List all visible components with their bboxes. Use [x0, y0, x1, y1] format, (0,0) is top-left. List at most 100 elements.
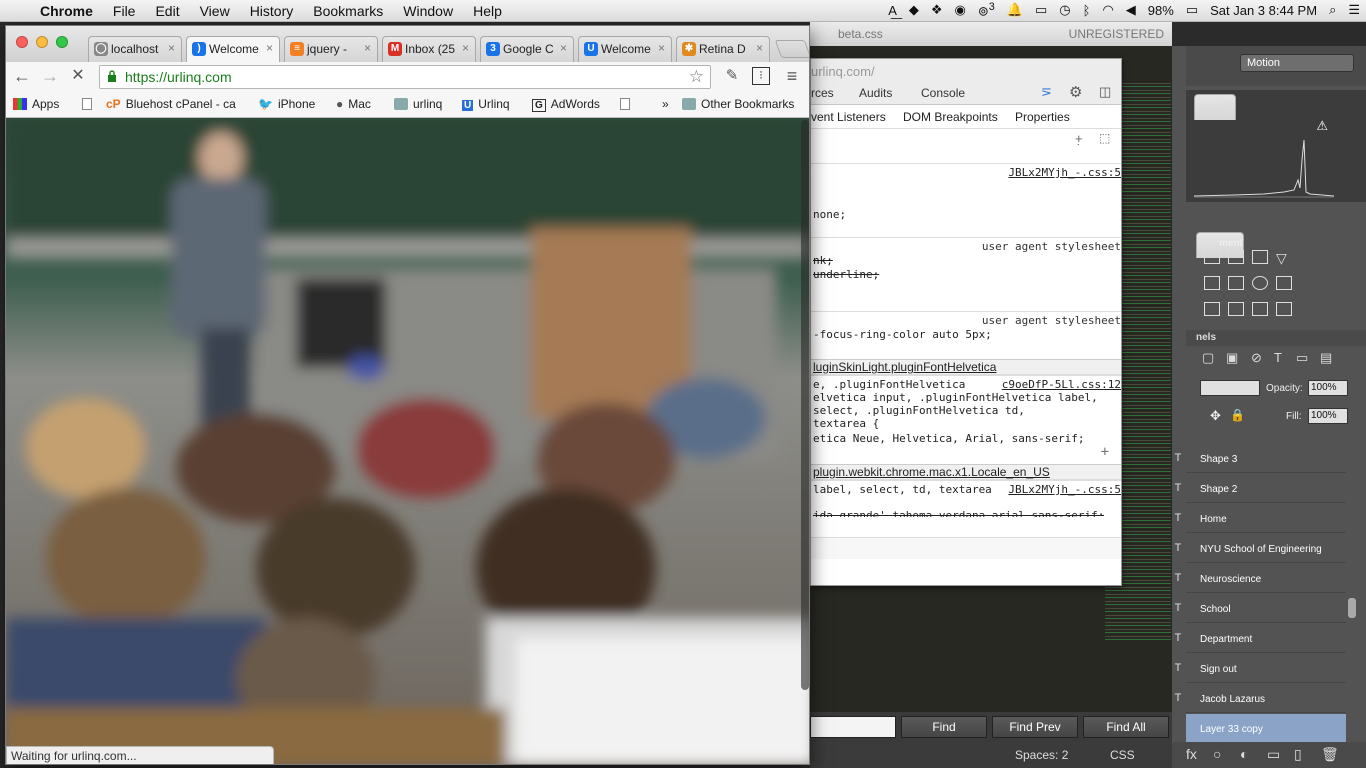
menu-edit[interactable]: Edit — [145, 3, 189, 19]
notification-center-icon[interactable]: ☰ — [1342, 2, 1366, 18]
tab-close-icon[interactable]: × — [756, 41, 763, 55]
new-style-rule-icon[interactable]: +̣ — [1075, 131, 1083, 146]
shape-filter-icon[interactable]: ⊘ — [1251, 350, 1262, 366]
tab-5[interactable]: U Welcome × — [578, 36, 672, 62]
menu-view[interactable]: View — [190, 3, 240, 19]
rule-source-link[interactable]: JBLx2MYjh_-.css:5 — [1008, 166, 1121, 179]
layers-action-icon[interactable]: ◐ — [1240, 746, 1248, 762]
bookmark-urlinq-folder[interactable]: urlinq — [394, 97, 442, 111]
layer-row[interactable]: Neuroscience — [1186, 564, 1346, 593]
tab-audits[interactable]: Audits — [859, 86, 892, 100]
tab-2[interactable]: ≡ jquery - × — [284, 36, 378, 62]
tab-4[interactable]: 3 Google C × — [480, 36, 574, 62]
bookmarks-overflow-button[interactable]: » — [662, 97, 669, 111]
volume-icon[interactable]: ◀ — [1120, 2, 1142, 18]
rule-line[interactable]: -focus-ring-color auto 5px; — [813, 328, 992, 341]
rule-line[interactable]: underline; — [813, 268, 879, 281]
tab-resources[interactable]: rces — [811, 86, 834, 100]
spaces-indicator[interactable]: Spaces: 2 — [1015, 748, 1068, 762]
lock-icon[interactable]: 🔒 — [1230, 408, 1245, 422]
rule-line[interactable]: nk; — [813, 254, 833, 267]
layers-tab[interactable]: nels — [1196, 332, 1216, 343]
bookmark-star-icon[interactable]: ☆ — [689, 67, 704, 87]
opacity-input[interactable]: 100% — [1308, 380, 1348, 396]
spotify-icon[interactable]: ◉ — [949, 2, 972, 18]
address-url[interactable]: https://urlinq.com — [125, 69, 232, 85]
fill-input[interactable]: 100% — [1308, 408, 1348, 424]
sublime-find-input[interactable] — [810, 716, 896, 738]
tab-close-icon[interactable]: × — [266, 41, 273, 55]
menu-window[interactable]: Window — [393, 3, 463, 19]
posterize-icon[interactable] — [1228, 302, 1244, 316]
add-property-icon[interactable]: + — [1101, 444, 1109, 460]
rule-line[interactable]: etica Neue, Helvetica, Arial, sans-serif… — [813, 432, 1085, 445]
rule-source-link[interactable]: c9oeDfP-5Ll.css:12 — [1002, 378, 1121, 391]
gear-icon[interactable]: ⚙ — [1069, 83, 1082, 101]
minimize-window-button[interactable] — [36, 36, 48, 48]
sync-icon[interactable]: ⊚3 — [972, 1, 1001, 19]
layer-row[interactable]: Shape 3 — [1186, 444, 1346, 473]
clock[interactable]: Sat Jan 3 8:44 PM — [1204, 3, 1323, 18]
page-content[interactable]: Waiting for urlinq.com... — [6, 118, 809, 764]
layer-row[interactable]: Sign out — [1186, 654, 1346, 683]
rule-line[interactable]: e, .pluginFontHelvetica — [813, 378, 965, 391]
layers-scrollbar[interactable] — [1348, 598, 1356, 618]
bookmark-page-2[interactable] — [620, 97, 635, 111]
show-drawer-icon[interactable]: ⋝ — [1041, 84, 1052, 100]
exposure-icon[interactable] — [1252, 250, 1268, 264]
layer-row[interactable]: Jacob Lazarus — [1186, 684, 1346, 713]
forward-button[interactable]: → — [40, 66, 60, 86]
back-button[interactable]: ← — [12, 66, 32, 86]
text-input-icon[interactable]: A͟ — [882, 3, 903, 18]
time-machine-icon[interactable]: ◷ — [1053, 2, 1076, 18]
menu-help[interactable]: Help — [463, 3, 512, 19]
spotlight-search-icon[interactable]: ⌕ — [1323, 2, 1342, 18]
pixel-filter-icon[interactable]: ▢ — [1202, 350, 1214, 366]
layer-row[interactable]: Layer 33 copy — [1186, 714, 1346, 743]
tab-0[interactable]: ◯ localhost × — [88, 36, 182, 62]
app-menu[interactable]: Chrome — [30, 3, 103, 19]
selective-color-icon[interactable] — [1276, 302, 1292, 316]
ruler-extension-icon[interactable]: ⁝ — [752, 67, 770, 85]
rule-line[interactable]: none; — [813, 208, 846, 221]
bookmark-urlinq[interactable]: U Urlinq — [462, 97, 510, 111]
close-window-button[interactable] — [16, 36, 28, 48]
menu-file[interactable]: File — [103, 3, 146, 19]
tab-close-icon[interactable]: × — [168, 41, 175, 55]
dropbox-icon[interactable]: ❖ — [925, 2, 949, 18]
rule-line[interactable]: textarea { — [813, 417, 879, 430]
subtab-event-listeners[interactable]: vent Listeners — [811, 110, 886, 124]
black-white-icon[interactable] — [1228, 276, 1244, 290]
photo-filter-icon[interactable] — [1252, 276, 1268, 290]
levels-icon[interactable] — [1204, 250, 1220, 264]
layer-row[interactable]: Shape 2 — [1186, 474, 1346, 503]
smart-object-filter-icon[interactable]: ▤ — [1320, 350, 1332, 366]
workspace-select[interactable]: Motion — [1240, 54, 1354, 72]
notification-bell-icon[interactable]: 🔔 — [1001, 2, 1029, 18]
other-bookmarks[interactable]: Other Bookmarks — [682, 97, 794, 111]
layers-action-icon[interactable]: ○ — [1213, 746, 1221, 762]
layers-action-icon[interactable]: ▯ — [1294, 746, 1302, 763]
chrome-menu-icon[interactable]: ≡ — [782, 66, 802, 86]
tab-console[interactable]: Console — [921, 86, 965, 100]
find-prev-button[interactable]: Find Prev — [992, 716, 1078, 738]
tab-3[interactable]: M Inbox (25 × — [382, 36, 476, 62]
page-scrollbar[interactable] — [801, 120, 809, 690]
bookmark-apps[interactable]: Apps — [13, 97, 59, 111]
find-all-button[interactable]: Find All — [1083, 716, 1169, 738]
subtab-properties[interactable]: Properties — [1015, 110, 1070, 124]
type-filter-icon[interactable]: T — [1274, 350, 1282, 365]
tab-close-icon[interactable]: × — [364, 41, 371, 55]
syntax-indicator[interactable]: CSS — [1110, 748, 1135, 762]
rule-line[interactable]: label, select, td, textarea — [813, 483, 992, 496]
adjustment-filter-icon[interactable]: ▣ — [1226, 350, 1238, 366]
move-icon[interactable]: ✥ — [1210, 408, 1221, 424]
tab-6[interactable]: ✱ Retina D × — [676, 36, 770, 62]
menu-bookmarks[interactable]: Bookmarks — [303, 3, 393, 19]
layers-action-icon[interactable]: 🗑 — [1321, 746, 1339, 763]
rule-line[interactable]: ida grande',tahoma,verdana,arial,sans-se… — [813, 509, 1104, 517]
gradient-map-icon[interactable]: ▽ — [1276, 250, 1292, 266]
airplay-icon[interactable]: ▭ — [1029, 2, 1053, 18]
bluetooth-icon[interactable]: ᛒ — [1077, 3, 1097, 18]
toggle-element-state-icon[interactable]: ⬚ — [1099, 131, 1110, 145]
